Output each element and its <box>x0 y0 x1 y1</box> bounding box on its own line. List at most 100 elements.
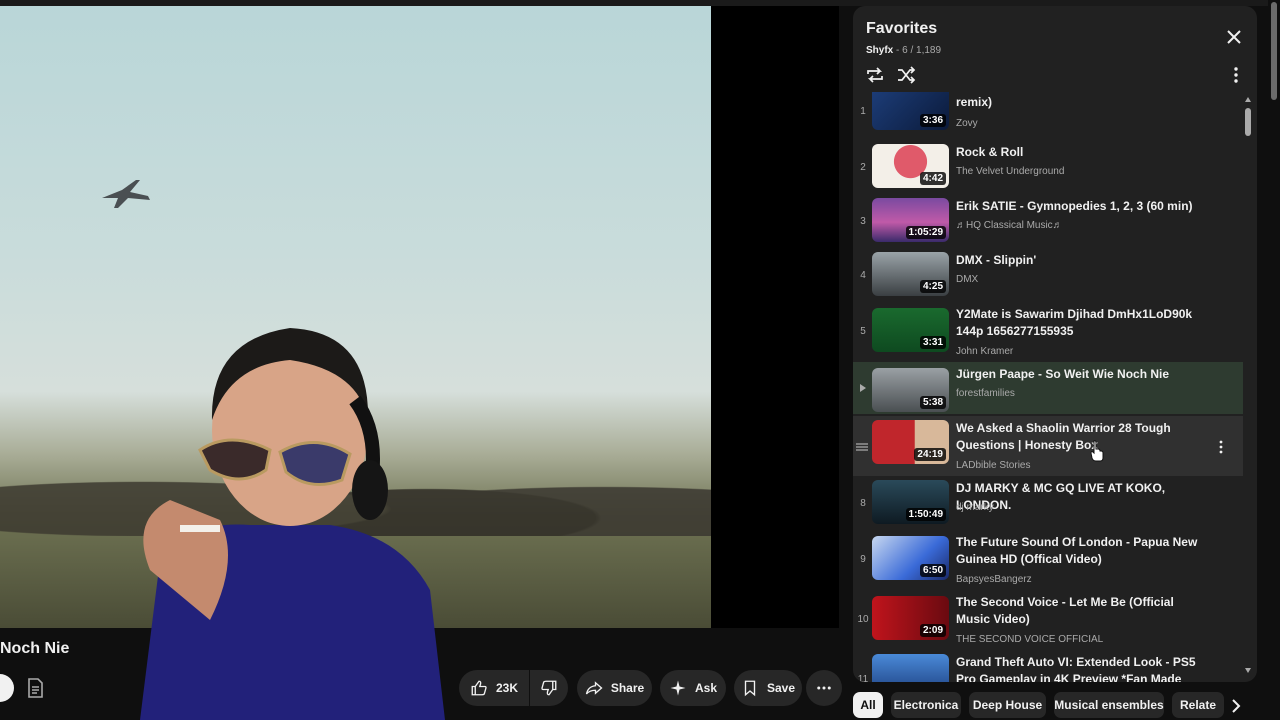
dislike-button[interactable] <box>530 670 568 706</box>
item-title[interactable]: Grand Theft Auto VI: Extended Look - PS5… <box>956 654 1206 682</box>
playlist-item[interactable]: 4 4:25 DMX - Slippin' DMX <box>853 248 1243 304</box>
item-thumbnail[interactable]: 3:31 <box>872 308 949 352</box>
playlist-header: Favorites Shyfx - 6 / 1,189 <box>853 6 1257 92</box>
item-duration: 3:36 <box>919 114 946 127</box>
chip-related[interactable]: Relate <box>1172 692 1224 718</box>
playlist-position: - 6 / 1,189 <box>893 45 942 56</box>
play-indicator-icon <box>860 384 866 392</box>
item-title[interactable]: The Future Sound Of London - Papua New G… <box>956 534 1206 568</box>
video-title: Noch Nie <box>0 640 70 657</box>
item-channel[interactable]: DMX <box>956 274 978 285</box>
item-channel[interactable]: dj marky <box>956 502 994 513</box>
item-thumbnail[interactable] <box>872 654 949 682</box>
item-duration: 4:25 <box>919 280 946 293</box>
sparkle-icon <box>670 680 686 696</box>
item-title[interactable]: DMX - Slippin' <box>956 252 1206 269</box>
item-thumbnail[interactable]: 1:50:49 <box>872 480 949 524</box>
action-bar: 23K Share Ask Save <box>0 670 845 708</box>
item-thumbnail[interactable]: 2:09 <box>872 596 949 640</box>
chip-electronica[interactable]: Electronica <box>891 692 961 718</box>
item-index: 1 <box>860 106 866 117</box>
video-letterbox <box>711 6 839 628</box>
item-channel[interactable]: John Kramer <box>956 346 1013 357</box>
bookmark-icon <box>744 680 756 697</box>
item-channel[interactable]: BapsyesBangerz <box>956 574 1032 585</box>
ask-button[interactable]: Ask <box>660 670 726 706</box>
item-index: 9 <box>860 554 866 565</box>
loop-icon[interactable] <box>865 66 885 84</box>
playlist-item[interactable]: 1 3:36 remix) Zovy <box>853 92 1243 142</box>
webcam-person <box>140 328 445 720</box>
more-horiz-icon <box>817 686 831 690</box>
item-duration: 4:42 <box>919 172 946 185</box>
more-vert-icon[interactable] <box>1219 440 1223 454</box>
item-thumbnail[interactable]: 5:38 <box>872 368 949 412</box>
close-icon[interactable] <box>1225 28 1243 46</box>
playlist-item-current[interactable]: 5:38 Jürgen Paape - So Weit Wie Noch Nie… <box>853 362 1243 414</box>
item-thumbnail[interactable]: 1:05:29 <box>872 198 949 242</box>
item-index: 4 <box>860 270 866 281</box>
item-channel[interactable]: The Velvet Underground <box>956 166 1064 177</box>
item-duration: 3:31 <box>919 336 946 349</box>
item-title[interactable]: Y2Mate is Sawarim Djihad DmHx1LoD90k 144… <box>956 306 1206 340</box>
item-index: 11 <box>857 674 869 682</box>
playlist-owner[interactable]: Shyfx <box>866 45 893 56</box>
share-icon <box>585 681 603 695</box>
like-button[interactable]: 23K <box>459 670 529 706</box>
playlist-item[interactable]: 5 3:31 Y2Mate is Sawarim Djihad DmHx1LoD… <box>853 302 1243 362</box>
playlist-subtitle: Shyfx - 6 / 1,189 <box>866 45 941 56</box>
item-title[interactable]: The Second Voice - Let Me Be (Official M… <box>956 594 1206 628</box>
document-icon[interactable] <box>26 678 44 698</box>
playlist-item[interactable]: 10 2:09 The Second Voice - Let Me Be (Of… <box>853 590 1243 650</box>
playlist-items: 1 3:36 remix) Zovy 2 4:42 Rock & Roll Th… <box>853 92 1245 682</box>
item-title[interactable]: remix) <box>956 94 1206 111</box>
drag-handle-icon[interactable] <box>855 442 869 452</box>
more-actions-button[interactable] <box>806 670 842 706</box>
item-thumbnail[interactable]: 4:42 <box>872 144 949 188</box>
item-duration: 6:50 <box>919 564 946 577</box>
chip-musical-ensembles[interactable]: Musical ensembles <box>1054 692 1164 718</box>
chip-all[interactable]: All <box>853 692 883 718</box>
playlist-title[interactable]: Favorites <box>866 20 937 38</box>
item-index: 10 <box>857 614 869 625</box>
item-index: 8 <box>860 498 866 509</box>
playlist-item[interactable]: 9 6:50 The Future Sound Of London - Papu… <box>853 530 1243 590</box>
ask-label: Ask <box>694 681 717 695</box>
like-count: 23K <box>495 681 518 695</box>
playlist-item[interactable]: 24:19 We Asked a Shaolin Warrior 28 Toug… <box>853 416 1243 476</box>
item-duration: 1:50:49 <box>905 508 946 521</box>
dislike-icon <box>541 680 557 696</box>
chip-deep-house[interactable]: Deep House <box>969 692 1046 718</box>
shuffle-icon[interactable] <box>896 66 916 84</box>
item-title[interactable]: Jürgen Paape - So Weit Wie Noch Nie <box>956 366 1206 383</box>
playlist-item[interactable]: 8 1:50:49 DJ MARKY & MC GQ LIVE AT KOKO,… <box>853 476 1243 532</box>
chevron-right-icon[interactable] <box>1228 697 1244 715</box>
item-title[interactable]: We Asked a Shaolin Warrior 28 Tough Ques… <box>956 420 1206 454</box>
item-channel[interactable]: Zovy <box>956 118 978 129</box>
more-vert-icon[interactable] <box>1233 66 1239 84</box>
item-thumbnail[interactable]: 6:50 <box>872 536 949 580</box>
item-thumbnail[interactable]: 3:36 <box>872 92 949 130</box>
item-duration: 2:09 <box>919 624 946 637</box>
save-button[interactable]: Save <box>734 670 802 706</box>
item-index: 3 <box>860 216 866 227</box>
page-scrollbar-thumb[interactable] <box>1271 2 1277 100</box>
item-thumbnail[interactable]: 24:19 <box>872 420 949 464</box>
item-thumbnail[interactable]: 4:25 <box>872 252 949 296</box>
playlist-item[interactable]: 3 1:05:29 Erik SATIE - Gymnopedies 1, 2,… <box>853 194 1243 250</box>
item-index: 2 <box>860 162 866 173</box>
share-button[interactable]: Share <box>577 670 652 706</box>
page-scrollbar[interactable] <box>1268 0 1280 720</box>
item-channel[interactable]: THE SECOND VOICE OFFICIAL <box>956 634 1103 645</box>
item-duration: 5:38 <box>919 396 946 409</box>
item-channel[interactable]: forestfamilies <box>956 388 1015 399</box>
item-title[interactable]: Rock & Roll <box>956 144 1206 161</box>
item-channel[interactable]: LADbible Stories <box>956 460 1030 471</box>
channel-avatar[interactable] <box>0 674 14 702</box>
playlist-item[interactable]: 2 4:42 Rock & Roll The Velvet Undergroun… <box>853 140 1243 196</box>
item-title[interactable]: Erik SATIE - Gymnopedies 1, 2, 3 (60 min… <box>956 198 1206 215</box>
playlist-scrollbar[interactable] <box>1244 96 1252 676</box>
item-index: 5 <box>860 326 866 337</box>
item-channel[interactable]: ♬HQ Classical Music♬ <box>956 220 1063 231</box>
playlist-item[interactable]: 11 Grand Theft Auto VI: Extended Look - … <box>853 650 1243 682</box>
